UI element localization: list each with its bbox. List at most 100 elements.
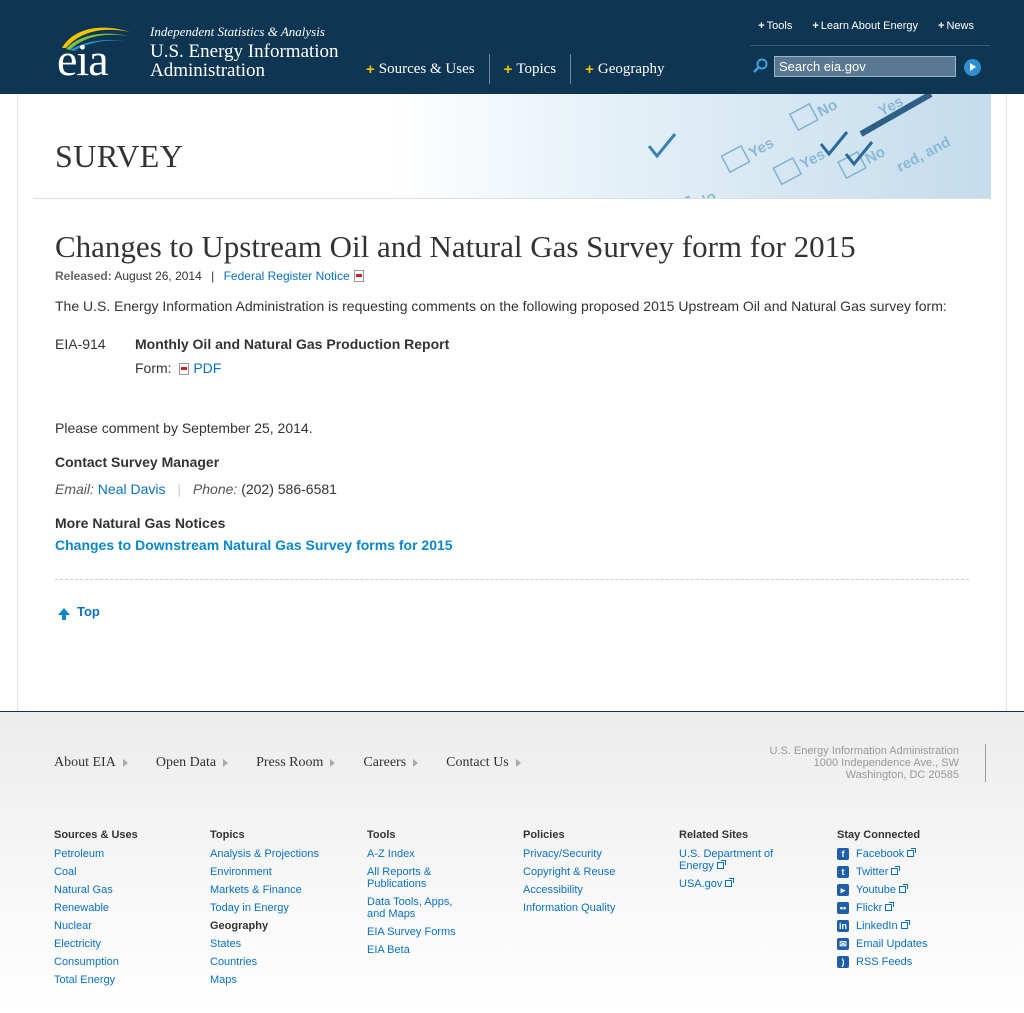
plus-icon: +	[366, 60, 375, 78]
contact-divider: |	[177, 481, 182, 497]
main-nav: + Sources & Uses + Topics + Geography	[352, 54, 679, 84]
site-header: eia Independent Statistics & Analysis U.…	[0, 0, 1024, 94]
contact-email-link[interactable]: Neal Davis	[98, 481, 166, 497]
header-divider	[750, 45, 990, 46]
form-entry: EIA-914 Monthly Oil and Natural Gas Prod…	[55, 336, 970, 376]
footer-col-social: Stay Connected f Facebook t Twitter ▸ Youtu…	[837, 829, 977, 974]
search-input[interactable]	[774, 56, 956, 77]
external-link-icon	[716, 860, 726, 869]
email-icon: ✉	[837, 938, 849, 950]
search-icon	[753, 58, 768, 73]
footer-link-info-quality[interactable]: Information Quality	[523, 902, 663, 914]
footer-link-twitter[interactable]: t Twitter	[837, 866, 977, 878]
plus-icon: +	[585, 60, 594, 78]
footer-link-total-energy[interactable]: Total Energy	[54, 974, 194, 986]
footer-link-usa-gov[interactable]: USA.gov	[679, 878, 789, 890]
footer-link-az-index[interactable]: A-Z Index	[367, 848, 467, 860]
footer-link-flickr[interactable]: •• Flickr	[837, 902, 977, 914]
plus-icon: +	[503, 60, 513, 78]
footer-press-room[interactable]: Press Room	[256, 755, 336, 771]
footer-link-renewable[interactable]: Renewable	[54, 902, 194, 914]
federal-register-link[interactable]: Federal Register Notice	[224, 269, 350, 283]
learn-about-energy-link[interactable]: + Learn About Energy	[812, 20, 918, 32]
footer-contact-us[interactable]: Contact Us	[446, 755, 521, 771]
footer-about-eia[interactable]: About EIA	[54, 755, 128, 771]
pdf-icon	[179, 363, 190, 375]
release-meta: Released: August 26, 2014 | Federal Regi…	[55, 269, 970, 283]
chevron-right-icon	[223, 759, 229, 767]
survey-banner: No Yes No Yes No No Yes No red, and SURV…	[33, 94, 991, 199]
footer-link-environment[interactable]: Environment	[210, 866, 350, 878]
footer-link-privacy[interactable]: Privacy/Security	[523, 848, 663, 860]
tagline: Independent Statistics & Analysis	[150, 24, 325, 39]
form-id: EIA-914	[55, 336, 106, 352]
eia-logo[interactable]: eia	[57, 37, 109, 83]
chevron-right-icon	[515, 759, 521, 767]
released-date: August 26, 2014	[114, 269, 202, 283]
footer-link-maps[interactable]: Maps	[210, 974, 350, 986]
footer-col-policies: Policies Privacy/Security Copyright & Re…	[523, 829, 663, 920]
footer-link-email-updates[interactable]: ✉ Email Updates	[837, 938, 977, 950]
nav-sources-uses[interactable]: + Sources & Uses	[352, 54, 490, 84]
form-title: Monthly Oil and Natural Gas Production R…	[135, 336, 450, 352]
footer-link-data-tools[interactable]: Data Tools, Apps, and Maps	[367, 896, 467, 920]
footer-link-consumption[interactable]: Consumption	[54, 956, 194, 968]
content-divider	[55, 579, 969, 580]
footer-link-electricity[interactable]: Electricity	[54, 938, 194, 950]
pdf-icon	[353, 270, 364, 282]
footer-link-copyright[interactable]: Copyright & Reuse	[523, 866, 663, 878]
search-submit-button[interactable]	[964, 59, 981, 76]
footer-careers[interactable]: Careers	[363, 755, 419, 771]
footer-link-youtube[interactable]: ▸ Youtube	[837, 884, 977, 896]
youtube-icon: ▸	[837, 884, 849, 896]
footer-link-rss[interactable]: ) RSS Feeds	[837, 956, 977, 968]
back-to-top-link[interactable]: Top	[55, 604, 970, 620]
footer-link-eia-beta[interactable]: EIA Beta	[367, 944, 467, 956]
footer-link-doe[interactable]: U.S. Department of Energy	[679, 848, 789, 872]
nav-topics[interactable]: + Topics	[490, 54, 572, 84]
footer-col-topics: Topics Analysis & Projections Environmen…	[210, 829, 350, 992]
section-title: SURVEY	[55, 138, 184, 174]
external-link-icon	[725, 878, 735, 887]
footer-link-reports[interactable]: All Reports & Publications	[367, 866, 467, 890]
form-pdf-link[interactable]: PDF	[193, 360, 221, 376]
tools-link[interactable]: + Tools	[758, 20, 792, 32]
intro-text: The U.S. Energy Information Administrati…	[55, 298, 947, 314]
footer-link-states[interactable]: States	[210, 938, 350, 950]
released-label: Released:	[55, 269, 112, 283]
footer-link-petroleum[interactable]: Petroleum	[54, 848, 194, 860]
downstream-notice-link[interactable]: Changes to Downstream Natural Gas Survey…	[55, 537, 970, 553]
footer-link-accessibility[interactable]: Accessibility	[523, 884, 663, 896]
external-link-icon	[891, 866, 901, 875]
main-content: Changes to Upstream Oil and Natural Gas …	[55, 228, 970, 620]
footer-link-natural-gas[interactable]: Natural Gas	[54, 884, 194, 896]
external-link-icon	[898, 884, 908, 893]
footer-link-coal[interactable]: Coal	[54, 866, 194, 878]
news-link[interactable]: + News	[938, 20, 974, 32]
chevron-right-icon	[330, 759, 336, 767]
external-link-icon	[900, 920, 910, 929]
contact-heading: Contact Survey Manager	[55, 454, 220, 470]
flickr-icon: ••	[837, 902, 849, 914]
form-download: Form: PDF	[135, 360, 449, 376]
footer-link-nuclear[interactable]: Nuclear	[54, 920, 194, 932]
footer-col-tools: Tools A-Z Index All Reports & Publicatio…	[367, 829, 467, 962]
footer-link-markets[interactable]: Markets & Finance	[210, 884, 350, 896]
footer-link-analysis[interactable]: Analysis & Projections	[210, 848, 350, 860]
footer-link-survey-forms[interactable]: EIA Survey Forms	[367, 926, 467, 938]
page-title: Changes to Upstream Oil and Natural Gas …	[55, 229, 856, 264]
footer-link-today[interactable]: Today in Energy	[210, 902, 350, 914]
footer-link-countries[interactable]: Countries	[210, 956, 350, 968]
address-divider	[985, 744, 986, 782]
rss-icon: )	[837, 956, 849, 968]
footer-link-facebook[interactable]: f Facebook	[837, 848, 977, 860]
site-footer: About EIA Open Data Press Room Careers C…	[0, 711, 1024, 1013]
meta-separator: |	[211, 269, 215, 283]
email-label: Email:	[55, 481, 94, 497]
org-name[interactable]: U.S. Energy Information Administration	[150, 42, 360, 80]
nav-geography[interactable]: + Geography	[571, 54, 678, 84]
footer-open-data[interactable]: Open Data	[156, 755, 229, 771]
footer-col-sources: Sources & Uses Petroleum Coal Natural Ga…	[54, 829, 194, 992]
comment-deadline: Please comment by September 25, 2014.	[55, 420, 313, 436]
footer-link-linkedin[interactable]: in LinkedIn	[837, 920, 977, 932]
